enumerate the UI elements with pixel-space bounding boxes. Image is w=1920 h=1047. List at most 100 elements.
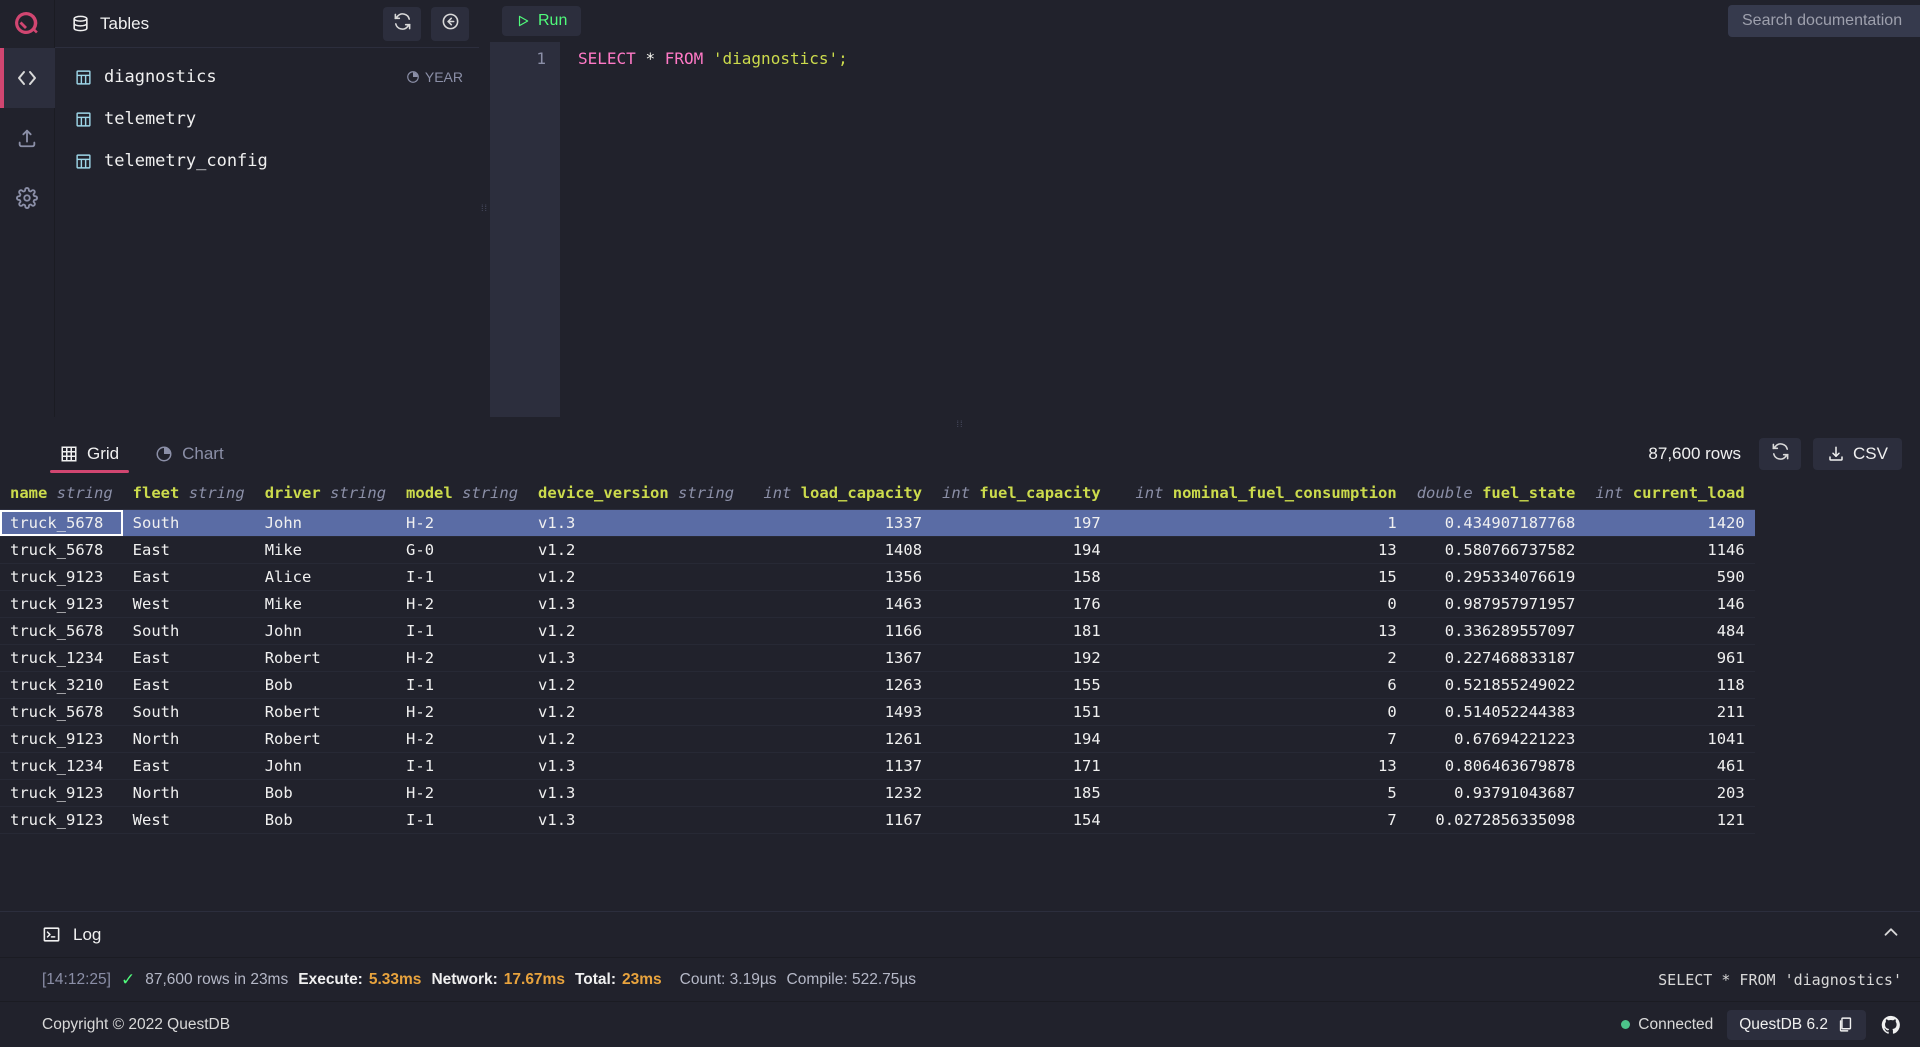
cell-nominal_fuel_consumption[interactable]: 13 xyxy=(1111,536,1407,563)
cell-current_load[interactable]: 1146 xyxy=(1585,536,1754,563)
cell-nominal_fuel_consumption[interactable]: 7 xyxy=(1111,806,1407,833)
cell-fuel_capacity[interactable]: 194 xyxy=(932,536,1111,563)
cell-fuel_capacity[interactable]: 176 xyxy=(932,590,1111,617)
tab-chart[interactable]: Chart xyxy=(137,431,242,477)
cell-name[interactable]: truck_5678 xyxy=(0,617,123,644)
cell-device_version[interactable]: v1.3 xyxy=(528,779,744,806)
cell-device_version[interactable]: v1.2 xyxy=(528,725,744,752)
cell-fuel_state[interactable]: 0.227468833187 xyxy=(1407,644,1586,671)
cell-load_capacity[interactable]: 1367 xyxy=(744,644,932,671)
cell-driver[interactable]: Bob xyxy=(255,779,396,806)
cell-model[interactable]: G-0 xyxy=(396,536,528,563)
copy-icon[interactable] xyxy=(1837,1016,1854,1033)
cell-driver[interactable]: Robert xyxy=(255,698,396,725)
cell-nominal_fuel_consumption[interactable]: 1 xyxy=(1111,509,1407,536)
cell-nominal_fuel_consumption[interactable]: 13 xyxy=(1111,752,1407,779)
chevron-up-icon[interactable] xyxy=(1880,921,1902,949)
vertical-splitter[interactable]: ⁞⁞ xyxy=(479,0,490,417)
cell-current_load[interactable]: 1420 xyxy=(1585,509,1754,536)
cell-model[interactable]: I-1 xyxy=(396,752,528,779)
cell-fleet[interactable]: South xyxy=(123,698,255,725)
cell-fuel_state[interactable]: 0.434907187768 xyxy=(1407,509,1586,536)
cell-fuel_state[interactable]: 0.580766737582 xyxy=(1407,536,1586,563)
cell-fuel_state[interactable]: 0.987957971957 xyxy=(1407,590,1586,617)
cell-load_capacity[interactable]: 1261 xyxy=(744,725,932,752)
cell-fleet[interactable]: East xyxy=(123,563,255,590)
rail-item-console[interactable] xyxy=(0,48,55,108)
collapse-panel-button[interactable] xyxy=(431,7,469,41)
cell-fuel_capacity[interactable]: 197 xyxy=(932,509,1111,536)
refresh-results-button[interactable] xyxy=(1759,438,1801,470)
cell-current_load[interactable]: 211 xyxy=(1585,698,1754,725)
cell-name[interactable]: truck_9123 xyxy=(0,806,123,833)
cell-nominal_fuel_consumption[interactable]: 6 xyxy=(1111,671,1407,698)
table-row[interactable]: truck_9123NorthRobertH-2v1.2126119470.67… xyxy=(0,725,1755,752)
cell-device_version[interactable]: v1.3 xyxy=(528,806,744,833)
column-header-current_load[interactable]: int current_load xyxy=(1585,477,1754,509)
cell-name[interactable]: truck_9123 xyxy=(0,779,123,806)
cell-load_capacity[interactable]: 1356 xyxy=(744,563,932,590)
table-item-telemetry[interactable]: telemetry xyxy=(55,98,479,140)
cell-current_load[interactable]: 118 xyxy=(1585,671,1754,698)
cell-device_version[interactable]: v1.2 xyxy=(528,671,744,698)
cell-driver[interactable]: Robert xyxy=(255,644,396,671)
column-header-driver[interactable]: driver string xyxy=(255,477,396,509)
cell-driver[interactable]: Mike xyxy=(255,590,396,617)
cell-current_load[interactable]: 146 xyxy=(1585,590,1754,617)
column-header-fuel_capacity[interactable]: int fuel_capacity xyxy=(932,477,1111,509)
cell-fleet[interactable]: West xyxy=(123,806,255,833)
cell-nominal_fuel_consumption[interactable]: 7 xyxy=(1111,725,1407,752)
cell-fuel_state[interactable]: 0.295334076619 xyxy=(1407,563,1586,590)
editor-content[interactable]: 1 SELECT * FROM 'diagnostics'; xyxy=(490,42,1920,417)
table-row[interactable]: truck_1234EastRobertH-2v1.3136719220.227… xyxy=(0,644,1755,671)
cell-fleet[interactable]: East xyxy=(123,752,255,779)
cell-current_load[interactable]: 121 xyxy=(1585,806,1754,833)
cell-model[interactable]: I-1 xyxy=(396,806,528,833)
cell-load_capacity[interactable]: 1167 xyxy=(744,806,932,833)
cell-device_version[interactable]: v1.2 xyxy=(528,536,744,563)
cell-fuel_state[interactable]: 0.806463679878 xyxy=(1407,752,1586,779)
table-row[interactable]: truck_9123WestMikeH-2v1.3146317600.98795… xyxy=(0,590,1755,617)
column-header-nominal_fuel_consumption[interactable]: int nominal_fuel_consumption xyxy=(1111,477,1407,509)
cell-name[interactable]: truck_1234 xyxy=(0,644,123,671)
cell-nominal_fuel_consumption[interactable]: 0 xyxy=(1111,698,1407,725)
cell-fuel_state[interactable]: 0.514052244383 xyxy=(1407,698,1586,725)
github-icon[interactable] xyxy=(1880,1014,1902,1036)
cell-load_capacity[interactable]: 1232 xyxy=(744,779,932,806)
cell-device_version[interactable]: v1.3 xyxy=(528,590,744,617)
cell-name[interactable]: truck_5678 xyxy=(0,509,123,536)
cell-load_capacity[interactable]: 1166 xyxy=(744,617,932,644)
column-header-model[interactable]: model string xyxy=(396,477,528,509)
cell-driver[interactable]: Bob xyxy=(255,806,396,833)
cell-current_load[interactable]: 590 xyxy=(1585,563,1754,590)
cell-fuel_capacity[interactable]: 154 xyxy=(932,806,1111,833)
cell-driver[interactable]: Alice xyxy=(255,563,396,590)
cell-model[interactable]: I-1 xyxy=(396,617,528,644)
cell-fuel_state[interactable]: 0.336289557097 xyxy=(1407,617,1586,644)
cell-driver[interactable]: Mike xyxy=(255,536,396,563)
cell-name[interactable]: truck_1234 xyxy=(0,752,123,779)
cell-device_version[interactable]: v1.2 xyxy=(528,563,744,590)
table-row[interactable]: truck_1234EastJohnI-1v1.31137171130.8064… xyxy=(0,752,1755,779)
tab-grid[interactable]: Grid xyxy=(42,431,137,477)
cell-fuel_state[interactable]: 0.67694221223 xyxy=(1407,725,1586,752)
cell-fleet[interactable]: East xyxy=(123,671,255,698)
cell-load_capacity[interactable]: 1263 xyxy=(744,671,932,698)
table-row[interactable]: truck_9123NorthBobH-2v1.3123218550.93791… xyxy=(0,779,1755,806)
cell-name[interactable]: truck_3210 xyxy=(0,671,123,698)
documentation-search-input[interactable]: Search documentation xyxy=(1728,5,1920,37)
cell-load_capacity[interactable]: 1463 xyxy=(744,590,932,617)
cell-fleet[interactable]: North xyxy=(123,779,255,806)
cell-nominal_fuel_consumption[interactable]: 5 xyxy=(1111,779,1407,806)
cell-fuel_capacity[interactable]: 185 xyxy=(932,779,1111,806)
cell-device_version[interactable]: v1.3 xyxy=(528,644,744,671)
cell-current_load[interactable]: 203 xyxy=(1585,779,1754,806)
table-item-diagnostics[interactable]: diagnostics YEAR xyxy=(55,56,479,98)
table-row[interactable]: truck_5678SouthJohnH-2v1.3133719710.4349… xyxy=(0,509,1755,536)
refresh-tables-button[interactable] xyxy=(383,7,421,41)
cell-model[interactable]: H-2 xyxy=(396,509,528,536)
run-query-button[interactable]: Run xyxy=(502,6,581,36)
log-bar[interactable]: Log xyxy=(0,911,1920,957)
cell-name[interactable]: truck_9123 xyxy=(0,563,123,590)
cell-fleet[interactable]: West xyxy=(123,590,255,617)
